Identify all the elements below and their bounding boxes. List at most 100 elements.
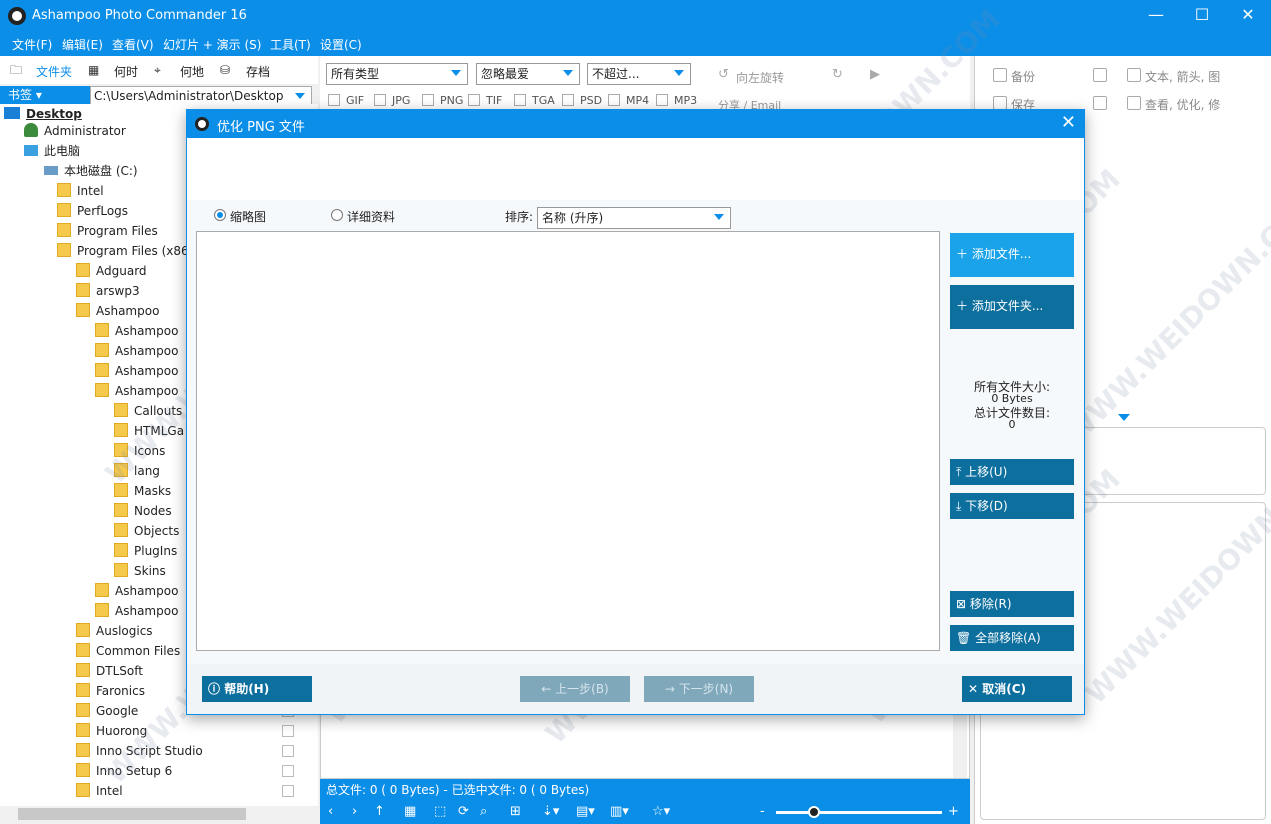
rotate-left-button[interactable]: 向左旋转 [736,69,784,86]
back-icon[interactable]: ‹ [328,804,333,819]
tree-node[interactable]: Ashampoo [95,361,178,381]
tree-node[interactable]: Adguard [76,261,147,281]
tree-node-checkbox[interactable] [282,785,294,797]
ext-filter-checkbox[interactable]: GIF [328,94,364,107]
refresh-icon[interactable]: ⟳ [458,804,469,819]
tree-node[interactable]: 本地磁盘 (C:) [44,161,138,181]
zoom-slider-handle[interactable] [808,806,820,818]
tree-node[interactable]: Ashampoo [95,381,178,401]
tree-node-checkbox[interactable] [282,765,294,777]
ext-filter-checkbox[interactable]: TIF [468,94,502,107]
tree-node[interactable]: lang [114,461,160,481]
tree-node[interactable]: Callouts [114,401,182,421]
add-folder-button[interactable]: ＋ 添加文件夹... [950,285,1074,329]
menu-settings[interactable]: 设置(C) [320,36,362,53]
zoom-out-icon[interactable]: - [760,804,765,819]
minimize-button[interactable]: — [1133,0,1179,32]
tree-node[interactable]: Program Files (x86) [57,241,193,261]
tree-node[interactable]: Common Files [76,641,180,661]
tree-node[interactable]: Ashampoo [95,581,178,601]
limit-filter-select[interactable]: 不超过... [587,63,691,85]
chevron-down-icon[interactable] [1118,414,1130,421]
zoom-slider-track[interactable] [776,811,942,814]
up-icon[interactable]: ↑ [374,804,385,819]
new-folder-icon[interactable]: ⊞ [510,804,521,819]
ext-filter-checkbox[interactable]: JPG [374,94,410,107]
tree-node[interactable]: Program Files [57,221,158,241]
layout-icon[interactable]: ▥▾ [610,804,629,819]
tree-node[interactable]: Administrator [24,121,126,141]
menu-file[interactable]: 文件(F) [12,36,52,53]
tree-node[interactable]: PlugIns [114,541,177,561]
ext-filter-checkbox[interactable]: MP4 [608,94,649,107]
bookmark-dropdown[interactable]: 书签 ▾ [0,86,90,104]
image-icon[interactable] [1093,68,1107,82]
move-up-button[interactable]: ⤒ 上移(U) [950,459,1074,485]
star-icon[interactable]: ☆▾ [652,804,670,819]
tree-node-checkbox[interactable] [282,725,294,737]
cancel-button[interactable]: ✕ 取消(C) [962,676,1072,702]
prev-button[interactable]: ← 上一步(B) [520,676,630,702]
remove-all-button[interactable]: 🗑 全部移除(A) [950,625,1074,651]
tree-node[interactable]: Nodes [114,501,172,521]
tab-folders[interactable]: 文件夹 [36,63,72,80]
type-filter-select[interactable]: 所有类型 [326,63,468,85]
radio-details[interactable] [331,209,343,221]
next-button[interactable]: → 下一步(N) [644,676,754,702]
tree-node[interactable]: Masks [114,481,171,501]
zoom-in-icon[interactable]: + [948,804,959,819]
view-mode-icon[interactable]: ▤▾ [576,804,595,819]
tree-scroll-thumb[interactable] [18,808,246,820]
help-button[interactable]: ⓘ 帮助(H) [202,676,312,702]
tree-node[interactable]: Intel [76,781,123,801]
forward-icon[interactable]: › [352,804,357,819]
tab-archive[interactable]: 存档 [246,63,270,80]
menu-tools[interactable]: 工具(T) [270,36,311,53]
grid-view-icon[interactable]: ▦ [404,804,416,819]
tab-when[interactable]: 何时 [114,63,138,80]
tree-node[interactable]: Ashampoo [76,301,159,321]
maximize-button[interactable]: ☐ [1179,0,1225,32]
tree-node[interactable]: PerfLogs [57,201,128,221]
tree-node[interactable]: Objects [114,521,179,541]
tree-node[interactable]: Skins [114,561,166,581]
sort-select[interactable]: 名称 (升序) [537,207,731,229]
tree-node[interactable]: Huorong [76,721,147,741]
select-icon[interactable]: ⬚ [434,804,446,819]
dialog-close-icon[interactable]: ✕ [1061,112,1076,133]
tree-node[interactable]: arswp3 [76,281,140,301]
tree-node[interactable]: Inno Setup 6 [76,761,172,781]
tree-node[interactable]: DTLSoft [76,661,143,681]
ext-filter-checkbox[interactable]: PNG [422,94,463,107]
favorite-filter-select[interactable]: 忽略最爱 [476,63,580,85]
play-icon[interactable]: ▶ [870,68,884,82]
tab-where[interactable]: 何地 [180,63,204,80]
text-arrows-button[interactable]: 文本, 箭头, 图 [1145,68,1220,85]
chevron-down-icon[interactable] [295,93,305,99]
ext-filter-checkbox[interactable]: MP3 [656,94,697,107]
ext-filter-checkbox[interactable]: TGA [514,94,555,107]
tree-node[interactable]: Faronics [76,681,145,701]
tree-node[interactable]: Ashampoo [95,321,178,341]
tree-node[interactable]: Inno Script Studio [76,741,203,761]
tree-node[interactable]: Google [76,701,138,721]
sort-icon[interactable]: ⇣▾ [542,804,559,819]
tree-node[interactable]: Intel [57,181,104,201]
backup-button[interactable]: 备份 [1011,68,1035,85]
tree-node[interactable]: Ashampoo [95,601,178,621]
share-icon[interactable] [1093,96,1107,110]
tree-node[interactable]: Icons [114,441,165,461]
tree-node[interactable]: Ashampoo [95,341,178,361]
tree-node-checkbox[interactable] [282,745,294,757]
menu-view[interactable]: 查看(V) [112,36,154,53]
tree-node[interactable]: 此电脑 [24,141,80,161]
search-icon[interactable]: ⌕ [480,804,487,819]
radio-thumbnails[interactable] [214,209,226,221]
add-files-button[interactable]: ＋ 添加文件... [950,233,1074,277]
ext-filter-checkbox[interactable]: PSD [562,94,602,107]
move-down-button[interactable]: ⤓ 下移(D) [950,493,1074,519]
dialog-file-list[interactable] [196,231,940,651]
tree-node[interactable]: Auslogics [76,621,153,641]
path-input[interactable]: C:\Users\Administrator\Desktop [90,86,312,106]
tree-node[interactable]: HTMLGa [114,421,184,441]
